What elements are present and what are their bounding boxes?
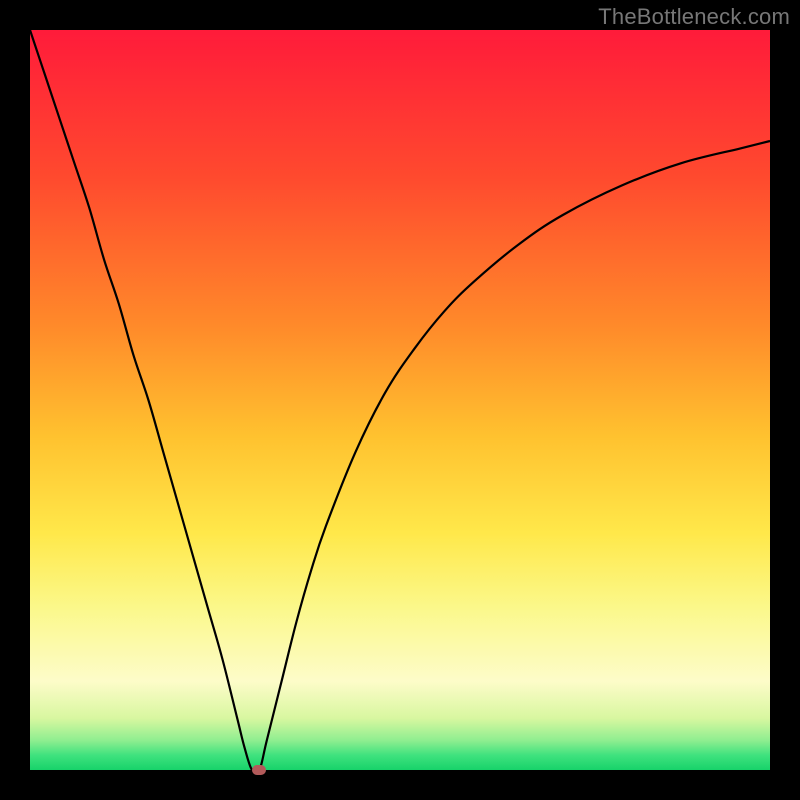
optimal-point-marker — [252, 765, 266, 775]
chart-frame: TheBottleneck.com — [0, 0, 800, 800]
watermark-label: TheBottleneck.com — [598, 4, 790, 30]
bottleneck-curve — [30, 30, 770, 770]
chart-plot-area — [30, 30, 770, 770]
